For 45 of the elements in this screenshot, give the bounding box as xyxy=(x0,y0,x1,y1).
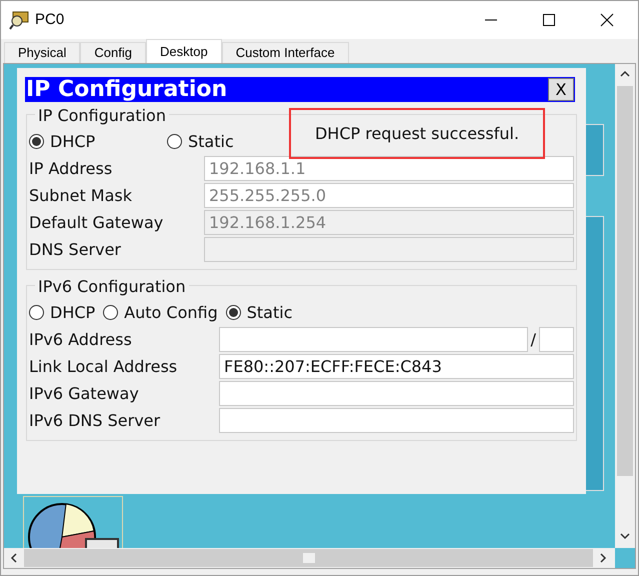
tab[interactable]: Desktop xyxy=(146,39,222,63)
tab[interactable]: Physical xyxy=(4,42,80,63)
radio-label: Static xyxy=(246,302,292,324)
radio-button[interactable] xyxy=(226,305,241,320)
field-label: Link Local Address xyxy=(29,356,178,378)
radio-label: Auto Config xyxy=(124,302,218,324)
window-title: PC0 xyxy=(35,10,64,30)
scroll-left-icon[interactable] xyxy=(10,553,18,563)
dialog-title: IP Configuration xyxy=(25,77,228,102)
status-message: DHCP request successful. xyxy=(289,108,545,159)
close-icon[interactable] xyxy=(600,13,614,27)
scrollbar-corner xyxy=(615,548,635,568)
radio-label: DHCP xyxy=(50,130,96,152)
radio-button[interactable] xyxy=(29,305,44,320)
app-icon xyxy=(9,9,31,31)
scroll-thumb[interactable] xyxy=(302,553,314,563)
scroll-down-icon[interactable] xyxy=(620,532,630,540)
scroll-up-icon[interactable] xyxy=(620,70,630,78)
input-field[interactable]: FE80::207:ECFF:FECE:C843 xyxy=(219,354,574,379)
field-label: IP Address xyxy=(29,158,114,180)
field-label: DNS Server xyxy=(29,238,122,260)
scroll-thumb[interactable] xyxy=(617,86,633,476)
field-label: IPv6 Address xyxy=(29,328,133,350)
field-label: IPv6 Gateway xyxy=(29,382,140,404)
close-button[interactable]: X xyxy=(548,78,574,101)
radio-button[interactable] xyxy=(167,134,182,149)
radio-button[interactable] xyxy=(29,134,44,149)
input-field[interactable]: 192.168.1.1 xyxy=(204,156,574,181)
input-field[interactable] xyxy=(219,408,574,433)
input-field[interactable] xyxy=(219,381,574,406)
field-label: Subnet Mask xyxy=(29,184,134,206)
maximize-icon[interactable] xyxy=(542,13,556,27)
field-label: IPv6 DNS Server xyxy=(29,410,162,432)
desktop-tile xyxy=(584,124,604,176)
radio-label: Static xyxy=(188,130,234,152)
tab[interactable]: Custom Interface xyxy=(222,42,349,63)
prefix-field[interactable] xyxy=(539,327,574,352)
input-field[interactable]: 255.255.255.0 xyxy=(204,183,574,208)
input-field[interactable] xyxy=(219,327,528,352)
prefix-separator: / xyxy=(530,328,537,350)
radio-button[interactable] xyxy=(103,305,118,320)
scroll-right-icon[interactable] xyxy=(599,553,607,563)
tab[interactable]: Config xyxy=(80,42,146,63)
field-label: Default Gateway xyxy=(29,212,164,234)
radio-label: DHCP xyxy=(50,302,96,324)
